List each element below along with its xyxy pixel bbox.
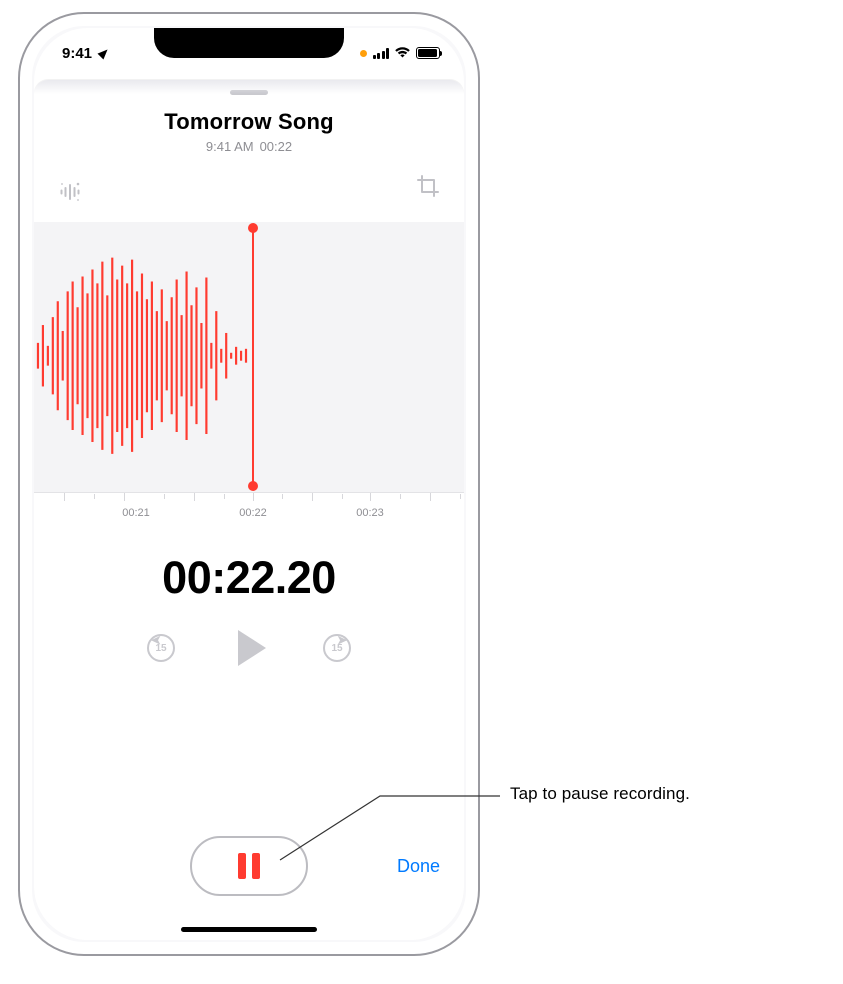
callout-text: Tap to pause recording.: [510, 784, 690, 804]
notch: [154, 28, 344, 58]
battery-icon: [416, 47, 440, 59]
wifi-icon: [394, 45, 411, 62]
status-time: 9:41: [62, 45, 92, 62]
location-icon: [98, 46, 111, 59]
cellular-icon: [373, 48, 390, 59]
recording-indicator-icon: [360, 50, 367, 57]
